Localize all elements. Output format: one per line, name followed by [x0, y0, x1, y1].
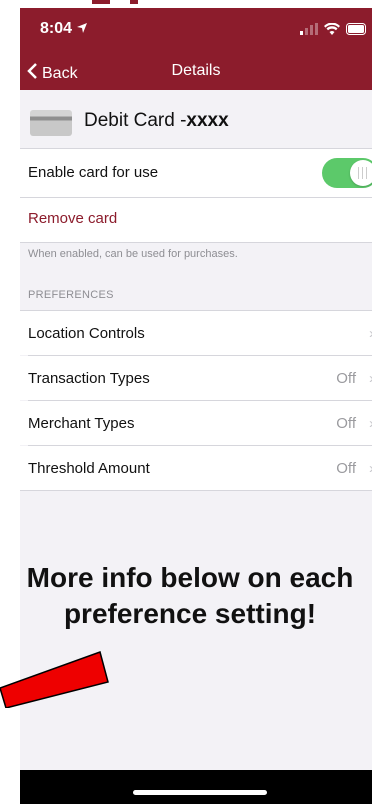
pref-label: Threshold Amount [28, 460, 150, 477]
card-name: Debit Card - [84, 110, 187, 131]
pref-value: Off [336, 370, 356, 387]
pref-label: Location Controls [28, 325, 145, 342]
pref-row-location-controls[interactable]: Location Controls › [20, 311, 372, 355]
location-arrow-icon [76, 20, 88, 37]
pref-label: Transaction Types [28, 370, 150, 387]
pref-row-transaction-types[interactable]: Transaction Types Off › [20, 356, 372, 400]
cropped-title-fragment [92, 0, 110, 4]
enable-note: When enabled, can be used for purchases. [28, 248, 238, 260]
remove-card-row[interactable]: Remove card [20, 198, 372, 242]
nav-header: 8:04 Back Details [20, 8, 372, 90]
battery-icon [346, 22, 368, 40]
pref-value: Off [336, 415, 356, 432]
pref-value: Off [336, 460, 356, 477]
pref-row-merchant-types[interactable]: Merchant Types Off › [20, 401, 372, 445]
status-bar-icons [300, 22, 368, 40]
preferences-header: PREFERENCES [28, 289, 114, 301]
enable-card-toggle[interactable] [322, 158, 372, 188]
card-title: Debit Card -xxxx [84, 110, 229, 132]
card-summary: Debit Card -xxxx [20, 90, 372, 148]
enable-card-label: Enable card for use [28, 164, 159, 181]
card-number: xxxx [186, 110, 229, 131]
cropped-title-fragment [130, 0, 138, 4]
remove-card-button[interactable]: Remove card [28, 210, 117, 227]
toggle-knob [350, 160, 372, 186]
enable-card-row: Enable card for use [20, 149, 372, 197]
annotation-text: More info below on each preference setti… [26, 562, 354, 629]
pref-row-threshold-amount[interactable]: Threshold Amount Off › [20, 446, 372, 490]
status-time-text: 8:04 [40, 20, 73, 37]
page-title: Details [171, 62, 221, 79]
home-indicator[interactable] [133, 790, 267, 795]
wifi-icon [324, 22, 340, 40]
card-icon [30, 110, 72, 136]
divider [20, 242, 372, 243]
status-bar-time: 8:04 [40, 20, 88, 38]
top-strip [0, 0, 372, 8]
pref-label: Merchant Types [28, 415, 135, 432]
home-bar [20, 770, 372, 804]
divider [20, 490, 372, 491]
signal-icon [300, 22, 318, 40]
red-arrow-icon [0, 651, 109, 708]
